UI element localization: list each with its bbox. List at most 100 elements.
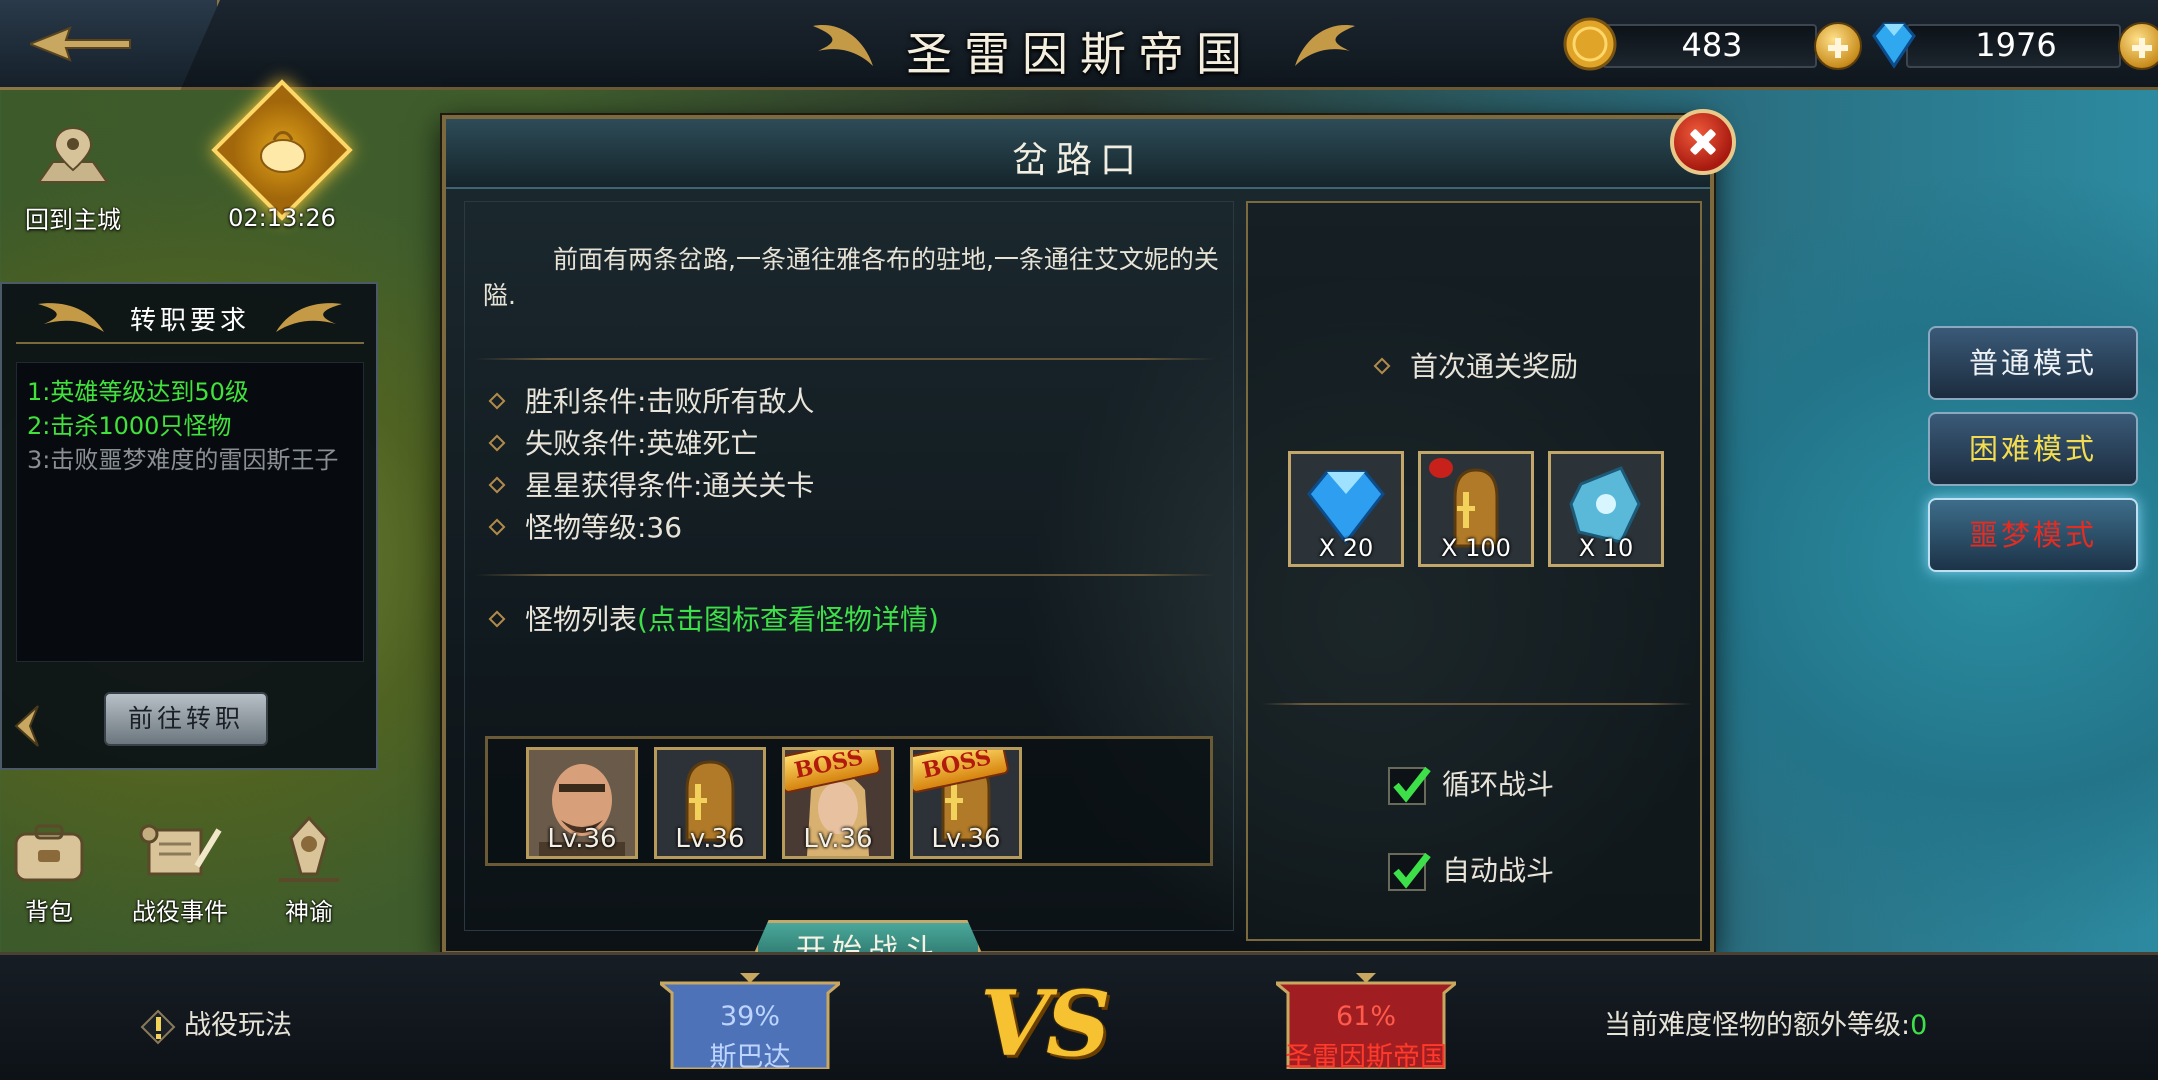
- requirement-item: 2:击杀1000只怪物: [27, 412, 232, 440]
- bullet-icon: [488, 476, 506, 494]
- monster-level-label: Lv.36: [547, 824, 617, 854]
- reward-slot[interactable]: X 10: [1548, 451, 1664, 567]
- requirements-list: 1:英雄等级达到50级 2:击杀1000只怪物 3:击败噩梦难度的雷因斯王子: [16, 362, 364, 662]
- bullet-icon: [488, 434, 506, 452]
- goto-class-change-button[interactable]: 前往转职: [104, 692, 268, 746]
- collapse-arrow-icon[interactable]: [12, 704, 42, 748]
- loop-battle-toggle[interactable]: 循环战斗: [1388, 763, 1554, 805]
- oracle-button[interactable]: 神谕: [262, 814, 356, 927]
- diamond-counter: 1976: [1866, 16, 2158, 74]
- monster-list-hint: (点击图标查看怪物详情): [637, 603, 939, 636]
- first-clear-rewards-title: 首次通关奖励: [1368, 345, 1578, 385]
- requirement-item: 3:击败噩梦难度的雷因斯王子: [27, 446, 339, 474]
- gold-coin-icon: [1563, 17, 1617, 71]
- divider: [475, 574, 1215, 576]
- auto-battle-toggle[interactable]: 自动战斗: [1388, 849, 1554, 891]
- event-timer: 02:13:26: [228, 204, 336, 232]
- oracle-label: 神谕: [285, 898, 333, 926]
- info-diamond-icon: [140, 1009, 176, 1044]
- reward-quantity: X 10: [1578, 534, 1634, 562]
- reward-quantity: X 20: [1318, 534, 1374, 562]
- extra-level-info: 当前难度怪物的额外等级:0: [1604, 1003, 1927, 1042]
- header-wing-right-icon: [276, 303, 342, 332]
- extra-level-value: 0: [1910, 1010, 1928, 1041]
- back-arrow-icon: [30, 26, 131, 62]
- backpack-icon: [14, 824, 84, 882]
- oracle-icon: [279, 815, 339, 882]
- title-wing-left-icon: [813, 25, 873, 66]
- top-bar: 圣雷因斯帝国 483 1976: [0, 0, 2158, 90]
- bag-reward-icon: [260, 131, 306, 173]
- nightmare-mode-button[interactable]: 噩梦模式: [1928, 498, 2138, 572]
- reward-slot[interactable]: X 20: [1288, 451, 1404, 567]
- diamond-value: 1976: [1975, 26, 2057, 64]
- auto-battle-label: 自动战斗: [1442, 854, 1555, 887]
- monster-level-label: Lv.36: [931, 824, 1001, 854]
- title-wing-right-icon: [1295, 25, 1355, 66]
- scroll-icon: [139, 824, 222, 876]
- backpack-button[interactable]: 背包: [4, 820, 94, 927]
- monster-level-label: Lv.36: [675, 824, 745, 854]
- backpack-label: 背包: [25, 898, 73, 926]
- left-faction-badge: 39% 斯巴达: [655, 973, 845, 1073]
- monster-list-label: 怪物列表(点击图标查看怪物详情): [483, 598, 939, 638]
- stage-description: 前面有两条岔路,一条通往雅各布的驻地,一条通往艾文妮的关隘.: [483, 245, 1219, 310]
- monster-level: 怪物等级:36: [483, 506, 682, 546]
- requirements-header: 转职要求: [16, 294, 364, 344]
- monster-slot[interactable]: Lv.36: [654, 747, 766, 859]
- star-condition: 星星获得条件:通关关卡: [483, 464, 814, 504]
- monster-list: Lv.36 Lv.36 BOSS Lv.36 BOSS Lv.36: [485, 736, 1213, 866]
- map-pin-icon: [37, 126, 109, 183]
- return-city-label: 回到主城: [25, 206, 121, 234]
- dialog-title: 岔路口: [1011, 140, 1144, 181]
- add-diamond-button[interactable]: [2118, 22, 2158, 70]
- close-button[interactable]: [1670, 109, 1736, 175]
- extra-level-label: 当前难度怪物的额外等级:: [1604, 1010, 1911, 1041]
- divider: [1262, 703, 1692, 705]
- add-gold-button[interactable]: [1814, 22, 1862, 70]
- reward-quantity: X 100: [1441, 534, 1511, 562]
- bullet-icon: [488, 518, 506, 536]
- bullet-icon: [1373, 357, 1391, 375]
- victory-condition: 胜利条件:击败所有敌人: [483, 380, 814, 420]
- campaign-events-label: 战役事件: [132, 898, 228, 926]
- defeat-condition: 失败条件:英雄死亡: [483, 422, 758, 462]
- loop-battle-checkbox[interactable]: [1388, 766, 1431, 805]
- stage-dialog: 岔路口 前面有两条岔路,一条通往雅各布的驻地,一条通往艾文妮的关隘. 胜利条件:…: [442, 109, 1736, 982]
- campaign-rules-button[interactable]: 战役玩法: [140, 1003, 292, 1045]
- gold-counter: 483: [1562, 16, 1862, 74]
- stage-info-pane: 前面有两条岔路,一条通往雅各布的驻地,一条通往艾文妮的关隘. 胜利条件:击败所有…: [464, 201, 1234, 982]
- checkmark-icon: [1393, 852, 1431, 889]
- bottom-bar: 战役玩法 39% 斯巴达 VS 61% 圣雷因斯帝国 当前难度怪物的额外等级:0: [0, 952, 2158, 1080]
- monster-level-label: Lv.36: [803, 824, 873, 854]
- loop-battle-label: 循环战斗: [1442, 768, 1555, 801]
- diamond-icon: [1872, 22, 1916, 69]
- checkmark-icon: [1393, 766, 1431, 803]
- rewards-pane: 首次通关奖励 X 20 X 100 X 10 循环战斗 自动战斗: [1246, 201, 1702, 941]
- hard-mode-button[interactable]: 困难模式: [1928, 412, 2138, 486]
- dialog-titlebar: 岔路口: [446, 119, 1710, 189]
- region-title: 圣雷因斯帝国: [906, 27, 1254, 81]
- monster-slot[interactable]: BOSS Lv.36: [782, 747, 894, 859]
- right-faction-percent: 61%: [1335, 1001, 1396, 1032]
- right-faction-name: 圣雷因斯帝国: [1285, 1042, 1447, 1073]
- auto-battle-checkbox[interactable]: [1388, 852, 1431, 891]
- bullet-icon: [488, 392, 506, 410]
- monster-slot[interactable]: Lv.36: [526, 747, 638, 859]
- requirements-panel: 转职要求 1:英雄等级达到50级 2:击杀1000只怪物 3:击败噩梦难度的雷因…: [0, 282, 378, 770]
- normal-mode-button[interactable]: 普通模式: [1928, 326, 2138, 400]
- back-button[interactable]: [0, 0, 220, 90]
- return-city-button[interactable]: 回到主城: [18, 122, 128, 235]
- campaign-events-button[interactable]: 战役事件: [120, 820, 240, 927]
- left-faction-percent: 39%: [719, 1001, 780, 1032]
- gold-value: 483: [1681, 26, 1743, 64]
- versus-label: VS: [980, 971, 1111, 1077]
- bullet-icon: [488, 610, 506, 628]
- divider: [475, 358, 1215, 360]
- requirement-item: 1:英雄等级达到50级: [27, 378, 249, 406]
- campaign-rules-label: 战役玩法: [184, 1010, 292, 1041]
- right-faction-badge: 61% 圣雷因斯帝国: [1271, 973, 1461, 1073]
- left-faction-name: 斯巴达: [709, 1042, 791, 1073]
- reward-slot[interactable]: X 100: [1418, 451, 1534, 567]
- monster-slot[interactable]: BOSS Lv.36: [910, 747, 1022, 859]
